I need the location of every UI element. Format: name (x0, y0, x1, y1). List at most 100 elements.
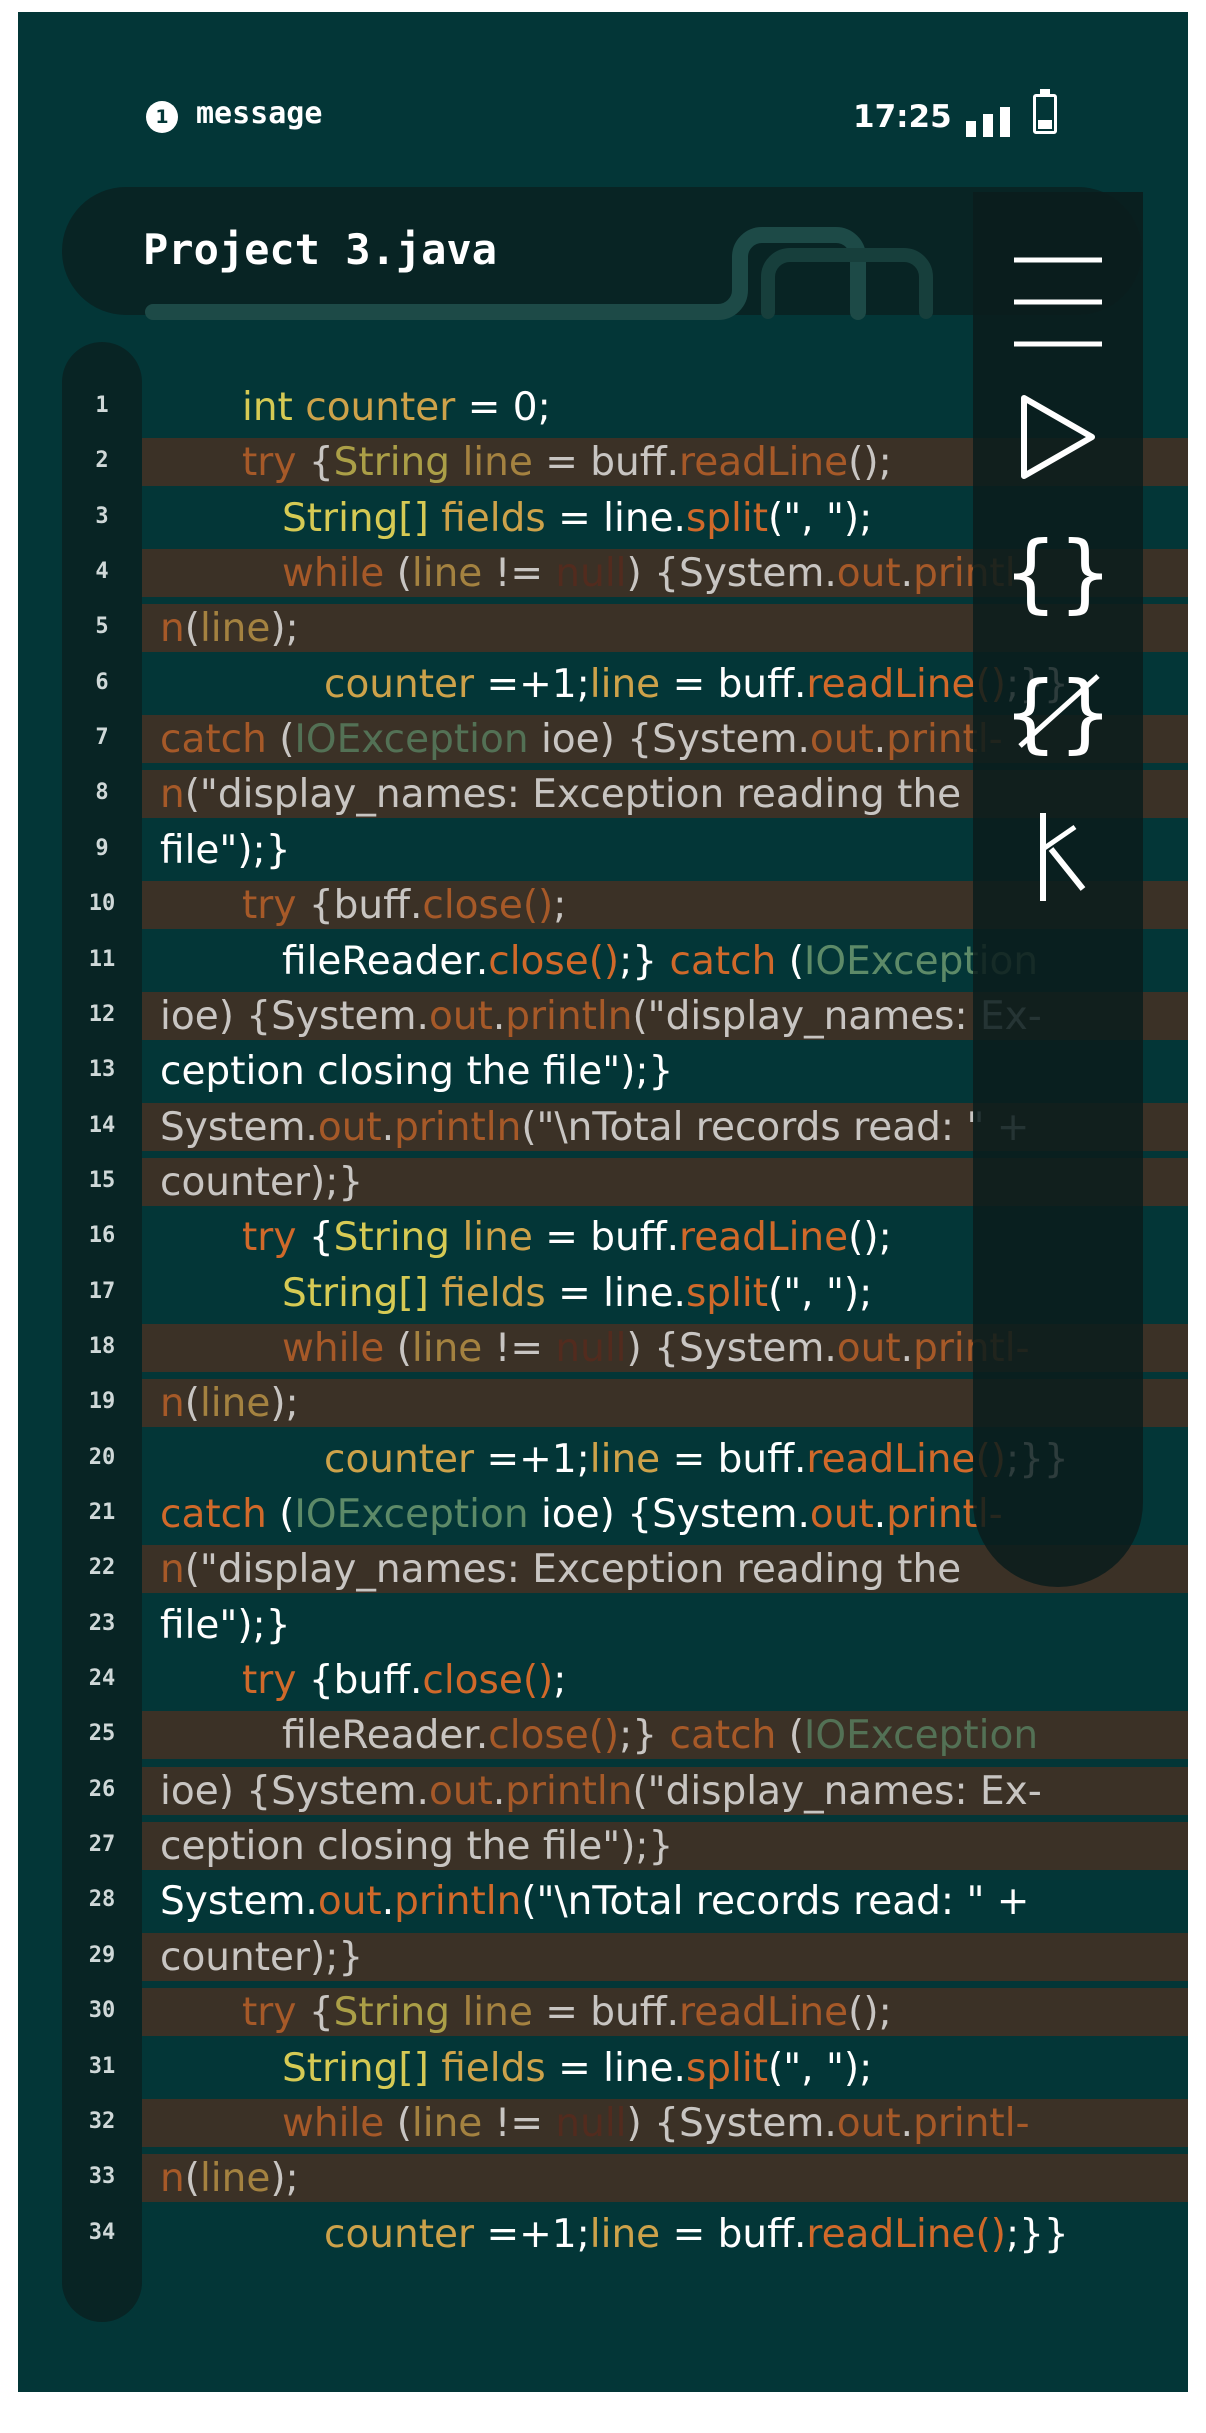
code-token: null (555, 1325, 627, 1371)
code-line[interactable]: n(line); (142, 2154, 1188, 2203)
code-token: ); (270, 606, 299, 652)
code-token: . (492, 993, 506, 1039)
code-token: split (685, 495, 769, 541)
code-token: out (809, 1492, 874, 1537)
code-token: counter (324, 2211, 475, 2257)
code-token: counter (324, 661, 475, 707)
code-token: = buff. (660, 1436, 807, 1482)
code-token: = buff. (660, 2211, 807, 2257)
menu-icon (1014, 257, 1102, 347)
code-token: readLine (806, 2211, 976, 2257)
code-token: null (555, 551, 627, 597)
line-number: 16 (88, 1223, 116, 1249)
code-line[interactable]: try {buff.close(); (142, 1656, 1188, 1704)
line-number: 5 (95, 614, 109, 640)
code-text: counter =+1;line = buff.readLine();}} (324, 662, 1069, 708)
code-token: { (308, 440, 334, 486)
code-token: = buff. (532, 1215, 680, 1261)
code-line[interactable]: while (line != null) {System.out.printl- (142, 2098, 1188, 2147)
line-number: 18 (88, 1333, 116, 1359)
line-number: 29 (88, 1942, 116, 1968)
code-line[interactable]: try {String line = buff.readLine(); (142, 1988, 1188, 2037)
code-token: . (900, 2100, 914, 2146)
code-token: try (242, 1215, 309, 1261)
code-text: fileReader.close();} catch (IOException (282, 939, 1038, 985)
code-token: (); (848, 1990, 892, 2036)
code-token: ("display_names: Exception reading the (184, 1547, 962, 1593)
code-line[interactable]: counter =+1;line = buff.readLine();}} (142, 2210, 1188, 2258)
code-token: IOException (294, 717, 541, 763)
line-number: 34 (88, 2219, 116, 2245)
code-line[interactable]: ioe) {System.out.println("display_names:… (142, 1766, 1188, 1815)
debug-button[interactable] (973, 802, 1143, 912)
line-number: 26 (88, 1776, 116, 1802)
code-token: { (308, 1990, 334, 2036)
line-number: 23 (88, 1610, 116, 1636)
notification-badge[interactable]: 1 (146, 101, 178, 133)
line-number: 15 (88, 1167, 116, 1193)
code-token: String (333, 440, 463, 486)
code-token: close() (422, 883, 554, 929)
code-text: System.out.println("\nTotal records read… (160, 1879, 1029, 1925)
code-token: counter (305, 385, 456, 430)
code-token: line (411, 1325, 483, 1371)
toggle-braces-button[interactable]: {} (973, 657, 1143, 767)
code-token: ( (184, 2156, 200, 2202)
code-token: counter);} (160, 1159, 364, 1205)
code-line[interactable]: counter);} (142, 1932, 1188, 1981)
line-number: 6 (95, 669, 109, 695)
code-token: ception closing the file");} (160, 1049, 674, 1095)
code-token: ("\nTotal records read: " + (521, 1104, 1030, 1150)
code-text: catch (IOException ioe) {System.out.prin… (160, 717, 1003, 763)
line-number: 12 (88, 1001, 116, 1027)
code-token: = line. (545, 495, 686, 541)
code-text: file");} (160, 828, 291, 874)
code-token: out (317, 1879, 382, 1925)
code-line[interactable]: fileReader.close();} catch (IOException (142, 1711, 1188, 1760)
code-token: out (809, 717, 874, 763)
format-button[interactable]: {} (973, 517, 1143, 627)
code-token: null (555, 2100, 627, 2146)
code-token: readLine (806, 1436, 976, 1482)
code-token: close() (488, 938, 620, 984)
code-token: = line. (545, 1270, 686, 1316)
code-token: System. (160, 1104, 318, 1150)
status-bar: 1 message 17:25 (18, 12, 1188, 162)
code-token: ;} (619, 938, 670, 984)
code-token: split (685, 2045, 769, 2091)
code-text: while (line != null) {System.out.printl- (282, 551, 1030, 597)
code-token: line (462, 1215, 533, 1261)
code-text: try {buff.close(); (242, 883, 566, 929)
run-button[interactable] (973, 382, 1143, 492)
code-token: . (873, 1492, 887, 1537)
code-text: n(line); (160, 1381, 299, 1427)
code-token: ("display_names: Ex- (632, 1768, 1042, 1814)
code-token: ( (396, 2100, 412, 2146)
code-token: println (505, 1768, 633, 1814)
code-line[interactable]: file");} (142, 1601, 1188, 1649)
code-line[interactable]: String[] fields = line.split(", "); (142, 2044, 1188, 2092)
code-token: line (589, 2211, 661, 2257)
code-token: while (282, 551, 397, 597)
code-token: ( (279, 1492, 295, 1537)
code-line[interactable]: ception closing the file");} (142, 1822, 1188, 1871)
code-token: while (282, 1325, 397, 1371)
notification-label[interactable]: message (196, 96, 322, 131)
code-text: n("display_names: Exception reading the (160, 772, 961, 818)
code-text: int counter = 0; (242, 385, 551, 431)
code-text: counter);} (160, 1935, 363, 1981)
code-token: while (282, 2100, 397, 2146)
code-token: String (333, 1990, 463, 2036)
menu-button[interactable] (973, 247, 1143, 357)
code-line[interactable]: System.out.println("\nTotal records read… (142, 1877, 1188, 1925)
run-icon (1021, 395, 1095, 479)
code-token: fileReader. (282, 1713, 489, 1759)
code-token: split (685, 1270, 769, 1316)
code-text: String[] fields = line.split(", "); (282, 2046, 872, 2092)
code-token: line (411, 551, 483, 597)
code-token: out (836, 1325, 901, 1371)
code-token: String[] (282, 1270, 442, 1316)
code-token: out (428, 993, 493, 1039)
code-token: (); (848, 1215, 892, 1261)
code-token: ( (788, 1713, 804, 1759)
